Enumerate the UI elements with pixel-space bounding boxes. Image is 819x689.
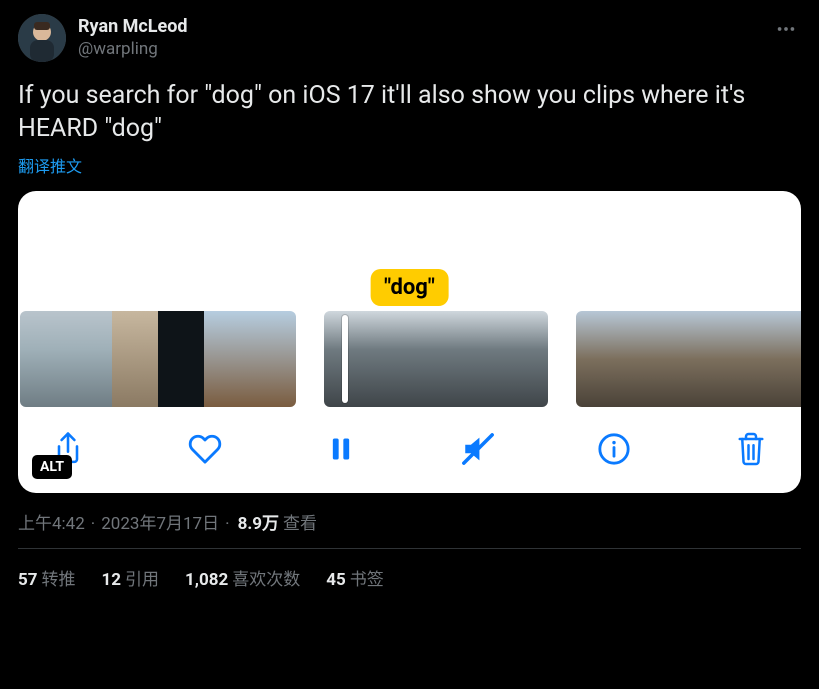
translate-link[interactable]: 翻译推文: [18, 153, 801, 177]
video-frame: [436, 311, 492, 407]
video-clip[interactable]: [20, 311, 296, 407]
video-frame: [324, 311, 380, 407]
video-frame: [768, 311, 801, 407]
bookmarks-stat[interactable]: 45书签: [326, 565, 384, 590]
pause-icon[interactable]: [321, 429, 361, 469]
quotes-label: 引用: [125, 570, 159, 590]
tweet-time[interactable]: 上午4:42: [18, 509, 85, 534]
playhead[interactable]: [342, 315, 348, 403]
likes-stat[interactable]: 1,082喜欢次数: [185, 565, 300, 590]
tweet-container: Ryan McLeod @warpling If you search for …: [0, 0, 819, 590]
retweets-label: 转推: [42, 570, 76, 590]
video-frame: [158, 311, 204, 407]
video-timeline-strip[interactable]: [18, 311, 801, 407]
quotes-stat[interactable]: 12引用: [102, 565, 160, 590]
alt-badge[interactable]: ALT: [32, 455, 72, 479]
tweet-date[interactable]: 2023年7月17日: [101, 509, 219, 534]
tweet-stats: 57转推 12引用 1,082喜欢次数 45书签: [18, 549, 801, 590]
mute-icon[interactable]: [458, 429, 498, 469]
dot-separator: ·: [91, 514, 95, 534]
tweet-text: If you search for "dog" on iOS 17 it'll …: [18, 80, 801, 145]
more-options-button[interactable]: [771, 14, 801, 49]
bookmarks-count: 45: [326, 570, 346, 590]
media-toolbar: [18, 407, 801, 493]
views-label: 查看: [283, 509, 317, 534]
media-inner: "dog": [18, 191, 801, 493]
author-names: Ryan McLeod @warpling: [78, 14, 771, 60]
video-frame: [112, 311, 158, 407]
retweets-stat[interactable]: 57转推: [18, 565, 76, 590]
trash-icon[interactable]: [731, 429, 771, 469]
info-icon[interactable]: [594, 429, 634, 469]
tweet-meta: 上午4:42 · 2023年7月17日 · 8.9万 查看: [18, 509, 801, 534]
avatar[interactable]: [18, 14, 66, 62]
likes-label: 喜欢次数: [232, 570, 300, 590]
display-name[interactable]: Ryan McLeod: [78, 16, 771, 39]
retweets-count: 57: [18, 570, 38, 590]
likes-count: 1,082: [185, 570, 228, 590]
video-frame: [204, 311, 250, 407]
tweet-header: Ryan McLeod @warpling: [18, 14, 801, 62]
video-frame: [624, 311, 672, 407]
media-attachment[interactable]: "dog": [18, 191, 801, 493]
video-frame: [20, 311, 66, 407]
video-frame: [720, 311, 768, 407]
user-handle[interactable]: @warpling: [78, 39, 771, 60]
quotes-count: 12: [102, 570, 122, 590]
video-frame: [66, 311, 112, 407]
heart-icon[interactable]: [185, 429, 225, 469]
video-clip-active[interactable]: [324, 311, 548, 407]
bookmarks-label: 书签: [350, 570, 384, 590]
dot-separator: ·: [225, 514, 229, 534]
video-frame: [492, 311, 548, 407]
video-frame: [380, 311, 436, 407]
search-context-row: "dog": [18, 201, 801, 311]
search-term-bubble: "dog": [370, 269, 449, 306]
video-clip[interactable]: [576, 311, 801, 407]
video-frame: [672, 311, 720, 407]
video-frame: [250, 311, 296, 407]
views-count[interactable]: 8.9万: [238, 509, 279, 534]
video-frame: [576, 311, 624, 407]
